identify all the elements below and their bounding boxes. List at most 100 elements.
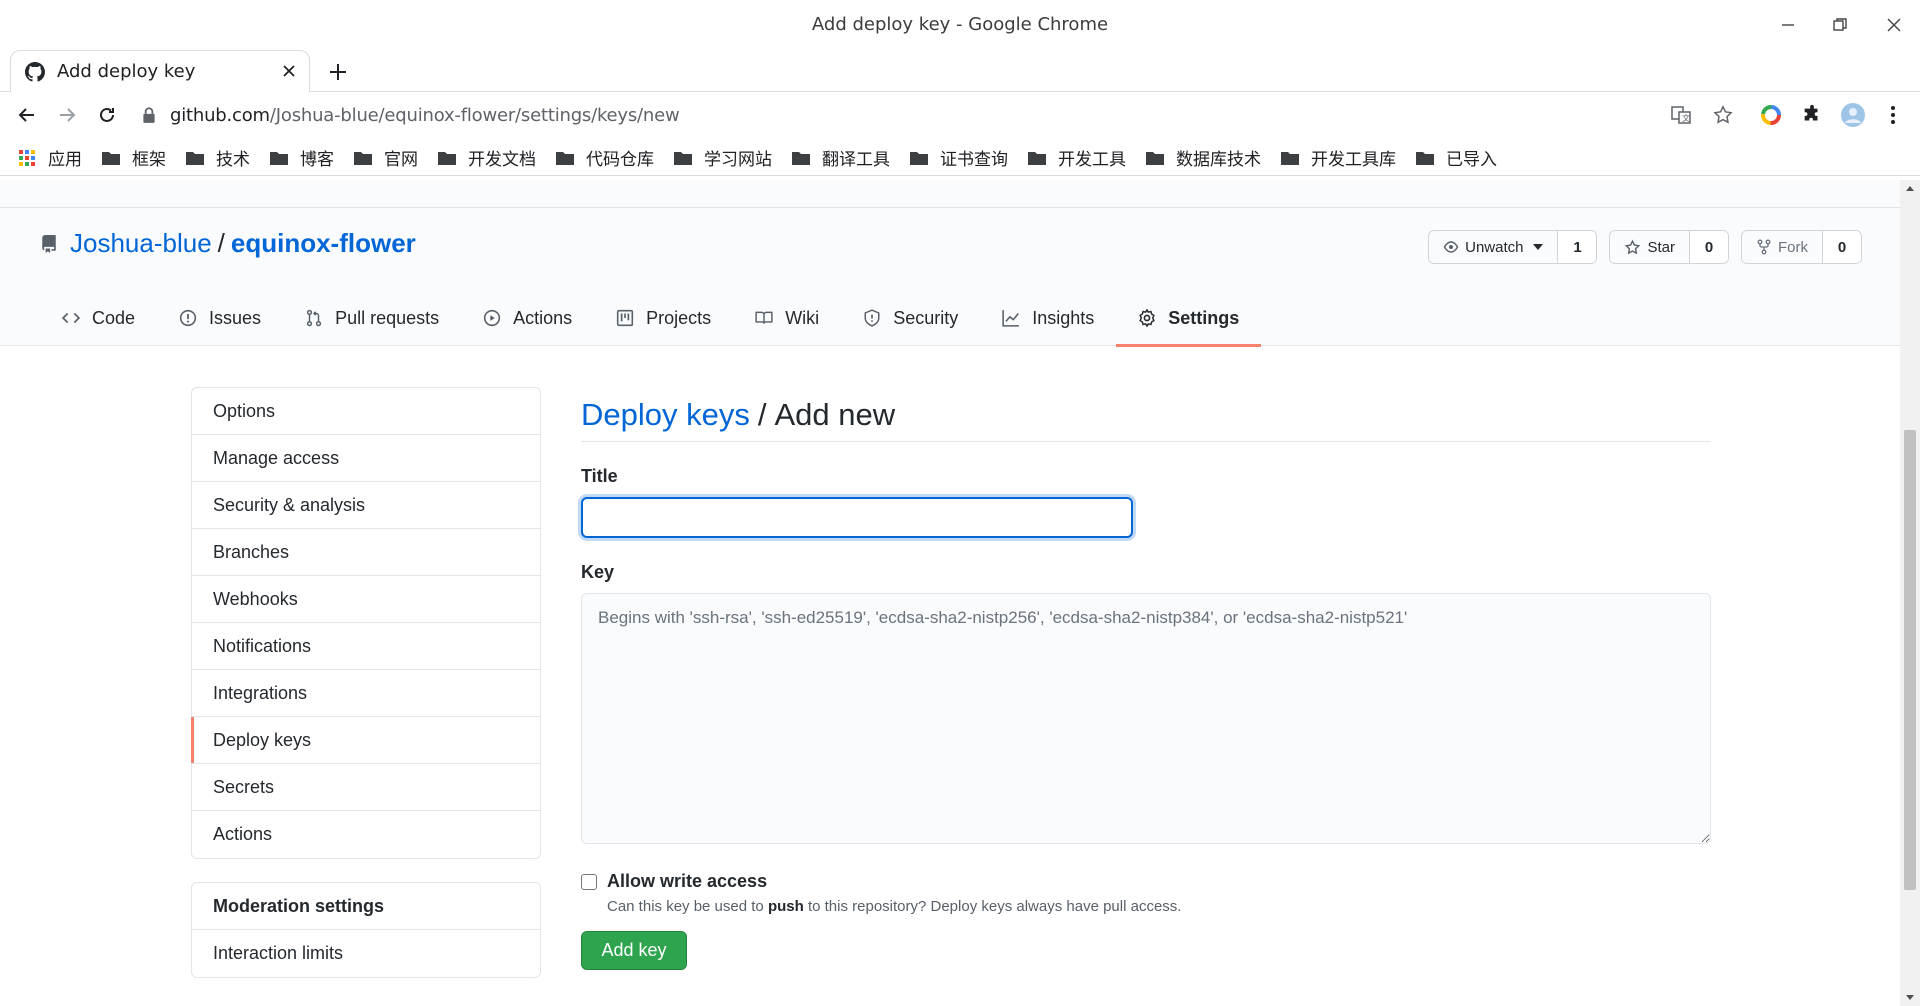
bookmark-folder[interactable]: 博客 [270,145,334,170]
menu-item-webhooks[interactable]: Webhooks [192,576,540,623]
gear-icon [1139,309,1156,327]
tab-projects[interactable]: Projects [594,290,733,346]
chrome-menu-button[interactable] [1880,102,1906,128]
menu-item-actions[interactable]: Actions [192,811,540,858]
scroll-up-icon[interactable] [1905,184,1915,194]
folder-icon [354,151,372,165]
add-key-button[interactable]: Add key [581,931,687,970]
fork-button[interactable]: Fork [1742,231,1823,263]
tab-insights[interactable]: Insights [980,290,1116,346]
bookmark-folder[interactable]: 开发文档 [438,145,536,170]
folder-icon [792,151,810,165]
star-count[interactable]: 0 [1690,231,1728,263]
bookmark-folder[interactable]: 开发工具库 [1281,145,1396,170]
bookmark-label: 证书查询 [940,150,1008,170]
apps-grid-icon [19,149,35,166]
scrollbar-thumb[interactable] [1904,430,1916,890]
tab-issues[interactable]: Issues [157,290,283,346]
new-tab-button[interactable] [324,58,352,86]
book-icon [755,311,773,324]
address-bar[interactable]: github.com/Joshua-blue/equinox-flower/se… [140,96,1740,134]
write-access-note: Can this key be used to push to this rep… [607,898,1711,915]
eye-icon [1443,241,1459,253]
close-window-button[interactable] [1874,10,1914,40]
bookmark-label: 开发工具 [1058,150,1126,170]
key-textarea[interactable] [581,593,1711,844]
page-viewport: Joshua-blue / equinox-flower Unwatch 1 S… [0,180,1900,1006]
repo-name-link[interactable]: equinox-flower [231,228,416,259]
caret-down-icon [1533,244,1544,250]
bookmark-folder[interactable]: 翻译工具 [792,145,890,170]
tab-security[interactable]: Security [841,290,980,346]
color-ring-icon [1761,105,1781,125]
tab-pull-requests[interactable]: Pull requests [283,290,461,346]
fork-label: Fork [1778,238,1808,256]
star-button[interactable]: Star [1610,231,1690,263]
forward-button[interactable] [52,100,82,130]
bookmark-folder[interactable]: 学习网站 [674,145,772,170]
bookmark-folder[interactable]: 数据库技术 [1146,145,1261,170]
menu-item-deploy-keys[interactable]: Deploy keys [191,717,540,764]
write-access-checkbox[interactable] [581,874,597,890]
profile-button[interactable] [1840,102,1866,128]
watch-count[interactable]: 1 [1558,231,1597,263]
menu-item-notifications[interactable]: Notifications [192,623,540,670]
bookmark-apps[interactable]: 应用 [18,145,82,170]
site-header-edge [0,180,1900,208]
folder-icon [1281,151,1299,165]
repo-owner-link[interactable]: Joshua-blue [70,228,212,259]
minimize-button[interactable] [1768,10,1808,40]
bookmark-label: 已导入 [1446,150,1497,170]
menu-item-options[interactable]: Options [192,388,540,435]
bookmark-label: 开发工具库 [1311,150,1396,170]
scroll-down-icon[interactable] [1905,992,1915,1002]
menu-item-integrations[interactable]: Integrations [192,670,540,717]
reload-button[interactable] [92,100,122,130]
menu-item-interaction-limits[interactable]: Interaction limits [192,930,540,977]
graph-icon [1002,310,1020,327]
menu-item-branches[interactable]: Branches [192,529,540,576]
write-access-label[interactable]: Allow write access [607,871,767,892]
translate-button[interactable]: 文 [1668,102,1694,128]
bookmark-star-button[interactable] [1710,102,1736,128]
bookmark-folder[interactable]: 官网 [354,145,418,170]
page-scrollbar[interactable] [1900,180,1920,1006]
deploy-key-form: Deploy keys / Add new Title Key Allow wr… [581,388,1711,970]
menu-item-security-analysis[interactable]: Security & analysis [192,482,540,529]
tab-wiki[interactable]: Wiki [733,290,841,346]
bookmark-folder[interactable]: 开发工具 [1028,145,1126,170]
tab-settings[interactable]: Settings [1116,290,1262,347]
menu-item-secrets[interactable]: Secrets [192,764,540,811]
back-button[interactable] [12,100,42,130]
bookmark-folder[interactable]: 技术 [186,145,250,170]
url-host: github.com [170,104,270,126]
bookmark-folder[interactable]: 已导入 [1416,145,1497,170]
project-icon [617,309,634,327]
bookmark-label: 开发文档 [468,150,536,170]
vertical-dots-icon [1891,106,1895,124]
title-input[interactable] [581,497,1133,538]
tab-code[interactable]: Code [40,290,157,346]
extension-ring-button[interactable] [1758,102,1784,128]
page-heading: Add new [774,396,896,432]
fork-count[interactable]: 0 [1823,231,1861,263]
lock-icon[interactable] [140,106,158,124]
tab-actions[interactable]: Actions [461,290,594,346]
arrow-right-icon [60,108,76,122]
play-icon [484,309,501,327]
close-tab-icon[interactable] [281,63,297,79]
breadcrumb-deploy-keys-link[interactable]: Deploy keys [581,397,750,433]
unwatch-button[interactable]: Unwatch [1429,231,1559,263]
bookmark-label: 博客 [300,150,334,170]
menu-item-manage-access[interactable]: Manage access [192,435,540,482]
star-outline-icon [1713,105,1733,124]
star-icon [1625,238,1641,254]
bookmark-folder[interactable]: 框架 [102,145,166,170]
restore-button[interactable] [1820,10,1860,40]
folder-icon [102,151,120,165]
bookmark-folder[interactable]: 代码仓库 [556,145,654,170]
pull-request-icon [306,309,322,327]
browser-tab[interactable]: Add deploy key [10,50,310,92]
bookmark-folder[interactable]: 证书查询 [910,145,1008,170]
extensions-button[interactable] [1799,102,1825,128]
